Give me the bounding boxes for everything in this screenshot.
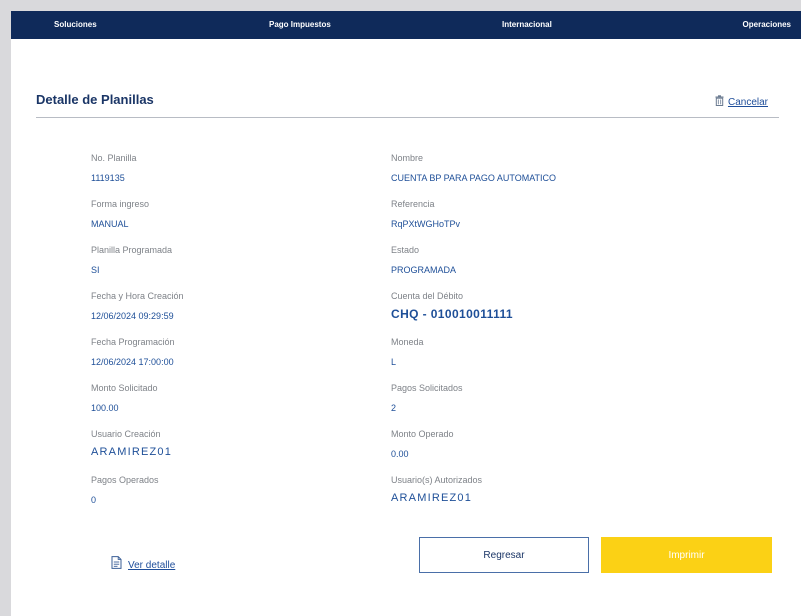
field-moneda: Moneda L xyxy=(391,336,424,368)
field-value: SI xyxy=(91,265,100,275)
field-label: Pagos Operados xyxy=(91,475,159,485)
field-value: ARAMIREZ01 xyxy=(91,446,173,458)
cancel-link[interactable]: Cancelar xyxy=(715,94,768,110)
ver-detalle-label: Ver detalle xyxy=(128,559,176,571)
nav-item-soluciones[interactable]: Soluciones xyxy=(54,11,97,39)
title-divider xyxy=(36,117,779,118)
field-label: Monto Operado xyxy=(391,429,454,439)
nav-item-internacional[interactable]: Internacional xyxy=(502,11,552,39)
field-fecha-hora-creacion: Fecha y Hora Creación 12/06/2024 09:29:5… xyxy=(91,290,184,322)
nav-item-operaciones[interactable]: Operaciones xyxy=(743,11,791,39)
page-frame: Soluciones Pago Impuestos Internacional … xyxy=(11,11,801,616)
trash-icon xyxy=(715,93,724,111)
field-label: Pagos Solicitados xyxy=(391,383,463,393)
field-label: Cuenta del Débito xyxy=(391,291,464,301)
field-value: RqPXtWGHoTPv xyxy=(391,219,461,229)
nav-item-pago-impuestos[interactable]: Pago Impuestos xyxy=(269,11,331,39)
field-usuarios-autorizados: Usuario(s) Autorizados ARAMIREZ01 xyxy=(391,474,482,504)
field-label: Moneda xyxy=(391,337,424,347)
field-monto-operado: Monto Operado 0.00 xyxy=(391,428,454,460)
field-label: Fecha Programación xyxy=(91,337,175,347)
field-label: Planilla Programada xyxy=(91,245,173,255)
field-pagos-solicitados: Pagos Solicitados 2 xyxy=(391,382,463,414)
field-value: PROGRAMADA xyxy=(391,265,457,275)
field-estado: Estado PROGRAMADA xyxy=(391,244,456,276)
field-cuenta-debito: Cuenta del Débito CHQ - 010010011111 xyxy=(391,290,513,320)
field-label: Fecha y Hora Creación xyxy=(91,291,184,301)
field-label: Estado xyxy=(391,245,420,255)
page-title: Detalle de Planillas xyxy=(36,92,154,107)
document-icon xyxy=(111,556,122,574)
field-label: Forma ingreso xyxy=(91,199,150,209)
field-no-planilla: No. Planilla 1119135 xyxy=(91,152,137,184)
field-fecha-programacion: Fecha Programación 12/06/2024 17:00:00 xyxy=(91,336,175,368)
field-value: CHQ - 010010011111 xyxy=(391,307,513,321)
field-forma-ingreso: Forma ingreso MANUAL xyxy=(91,198,149,230)
field-pagos-operados: Pagos Operados 0 xyxy=(91,474,159,506)
ver-detalle-link[interactable]: Ver detalle xyxy=(111,556,175,574)
cancel-label: Cancelar xyxy=(727,96,768,108)
field-value: 1119135 xyxy=(91,173,125,183)
field-value: CUENTA BP PARA PAGO AUTOMATICO xyxy=(391,173,557,183)
field-usuario-creacion: Usuario Creación ARAMIREZ01 xyxy=(91,428,172,458)
field-nombre: Nombre CUENTA BP PARA PAGO AUTOMATICO xyxy=(391,152,556,184)
field-value: 100.00 xyxy=(91,403,119,413)
field-monto-solicitado: Monto Solicitado 100.00 xyxy=(91,382,158,414)
field-label: Monto Solicitado xyxy=(91,383,158,393)
field-value: L xyxy=(391,357,397,367)
top-navigation: Soluciones Pago Impuestos Internacional … xyxy=(11,11,801,39)
field-value: 0 xyxy=(91,495,97,505)
field-planilla-programada: Planilla Programada SI xyxy=(91,244,172,276)
field-label: Usuario Creación xyxy=(91,429,161,439)
field-label: Nombre xyxy=(391,153,424,163)
field-label: Referencia xyxy=(391,199,435,209)
field-referencia: Referencia RqPXtWGHoTPv xyxy=(391,198,460,230)
field-label: No. Planilla xyxy=(91,153,137,163)
imprimir-button[interactable]: Imprimir xyxy=(601,537,772,573)
field-label: Usuario(s) Autorizados xyxy=(391,475,483,485)
field-value: 12/06/2024 17:00:00 xyxy=(91,357,174,367)
field-value: ARAMIREZ01 xyxy=(391,492,473,504)
field-value: 12/06/2024 09:29:59 xyxy=(91,311,174,321)
field-value: 2 xyxy=(391,403,397,413)
field-value: 0.00 xyxy=(391,449,409,459)
field-value: MANUAL xyxy=(91,219,129,229)
regresar-button[interactable]: Regresar xyxy=(419,537,589,573)
